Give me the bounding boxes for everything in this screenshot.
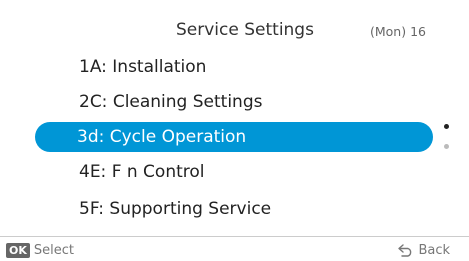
menu-item-installation[interactable]: 1A: Installation [35, 52, 433, 82]
menu-item-cycle-operation[interactable]: 3d: Cycle Operation [35, 122, 433, 152]
page-dot-active [444, 124, 449, 129]
ok-button-icon: OK [6, 242, 30, 258]
menu-item-cleaning-settings[interactable]: 2C: Cleaning Settings [35, 87, 433, 117]
service-settings-screen: Service Settings (Mon) 16 1A: Installati… [0, 0, 469, 261]
menu-item-fan-control[interactable]: 4E: F n Control [35, 157, 433, 187]
back-label: Back [418, 242, 450, 258]
page-dot-inactive [444, 144, 449, 149]
back-arrow-icon [398, 244, 412, 257]
select-label: Select [33, 242, 74, 258]
date-display: (Mon) 16 [370, 24, 426, 39]
select-hint[interactable]: OK Select [6, 241, 74, 259]
menu-item-supporting-service[interactable]: 5F: Supporting Service [35, 194, 433, 224]
page-title: Service Settings [176, 20, 314, 40]
back-hint[interactable]: Back [397, 241, 450, 259]
page-indicator [442, 124, 450, 152]
footer-divider [0, 236, 469, 237]
